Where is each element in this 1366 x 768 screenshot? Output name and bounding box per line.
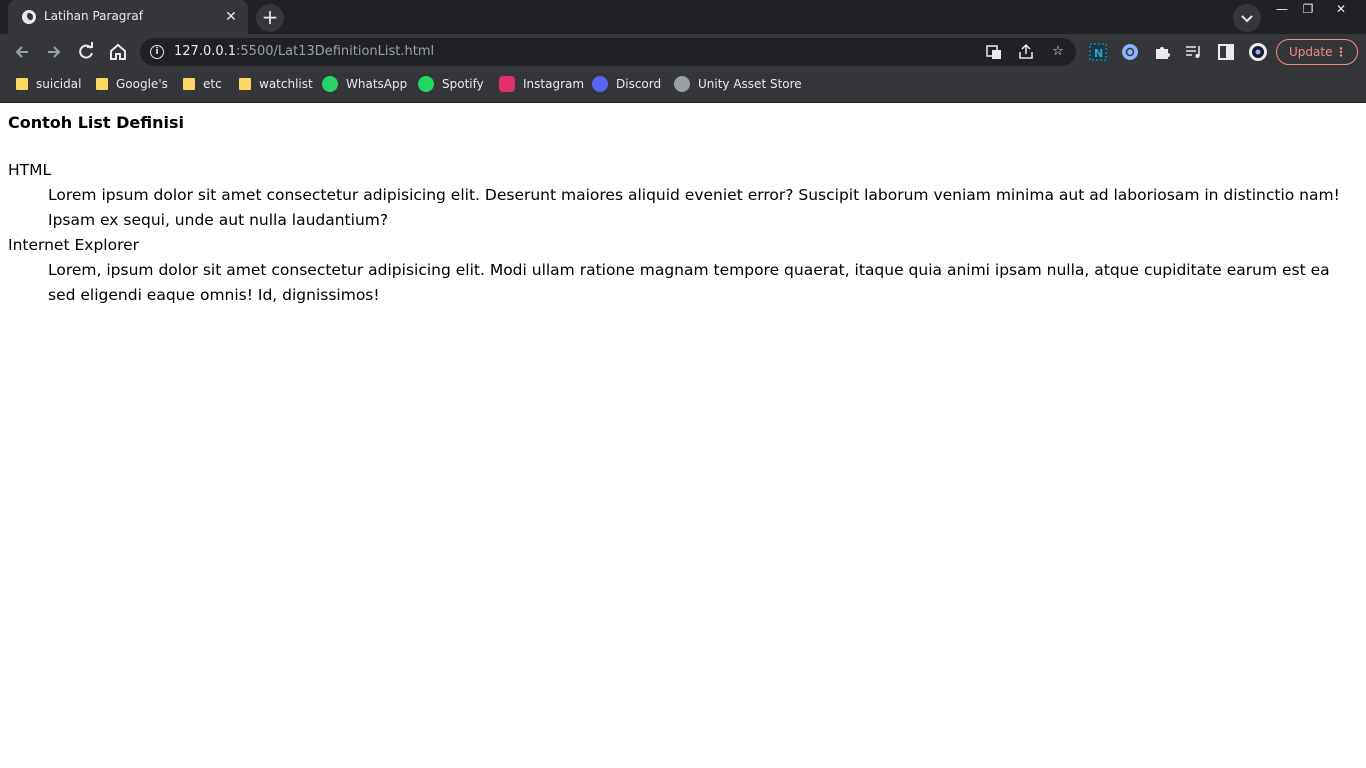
folder-icon bbox=[96, 78, 108, 90]
bookmark-whatsapp[interactable]: WhatsApp bbox=[322, 70, 407, 98]
bookmarks-bar: suicidal Google's etc watchlist WhatsApp… bbox=[0, 70, 1366, 103]
bookmark-label: Spotify bbox=[442, 77, 484, 91]
bookmark-etc[interactable]: etc bbox=[183, 70, 222, 98]
puzzle-icon[interactable] bbox=[1152, 42, 1172, 62]
reload-button[interactable] bbox=[74, 40, 98, 64]
definition-term: HTML bbox=[8, 161, 52, 179]
reload-icon bbox=[79, 42, 93, 59]
bookmark-label: watchlist bbox=[259, 77, 313, 91]
definition-term: Internet Explorer bbox=[8, 236, 140, 254]
home-button[interactable] bbox=[106, 40, 130, 64]
restore-button[interactable]: ❐ bbox=[1293, 0, 1323, 18]
definition-description: Lorem, ipsum dolor sit amet consectetur … bbox=[48, 261, 1330, 304]
extension-n-icon[interactable]: N bbox=[1088, 42, 1108, 62]
tab-title: Latihan Paragraf bbox=[44, 9, 143, 23]
window-close-button[interactable]: ✕ bbox=[1326, 0, 1356, 18]
definition-description: Lorem ipsum dolor sit amet consectetur a… bbox=[48, 186, 1340, 229]
bookmark-label: Instagram bbox=[523, 77, 585, 91]
profile-avatar-icon[interactable] bbox=[1248, 42, 1268, 62]
url-host: 127.0.0.1 bbox=[174, 44, 237, 59]
bookmark-label: Google's bbox=[116, 77, 168, 91]
instagram-icon bbox=[499, 76, 515, 92]
star-icon[interactable]: ☆ bbox=[1049, 43, 1067, 61]
page-title: Contoh List Definisi bbox=[8, 113, 185, 132]
discord-icon bbox=[592, 76, 608, 92]
close-tab-icon[interactable]: ✕ bbox=[222, 8, 240, 26]
new-tab-button[interactable]: + bbox=[256, 4, 284, 32]
url-path: :5500/Lat13DefinitionList.html bbox=[236, 44, 435, 59]
page-content: Contoh List Definisi HTML Lorem ipsum do… bbox=[0, 103, 1366, 768]
svg-text:N: N bbox=[1094, 47, 1103, 60]
folder-icon bbox=[239, 78, 251, 90]
extension-search-icon[interactable] bbox=[1120, 42, 1140, 62]
arrow-right-icon bbox=[48, 46, 61, 58]
share-icon[interactable] bbox=[1017, 43, 1035, 61]
address-bar[interactable]: i 127.0.0.1:5500/Lat13DefinitionList.htm… bbox=[140, 38, 1076, 66]
back-button[interactable] bbox=[10, 40, 34, 64]
bookmark-discord[interactable]: Discord bbox=[592, 70, 661, 98]
bookmark-watchlist[interactable]: watchlist bbox=[239, 70, 313, 98]
folder-icon bbox=[183, 78, 195, 90]
bookmark-instagram[interactable]: Instagram bbox=[499, 70, 584, 98]
browser-toolbar: i 127.0.0.1:5500/Lat13DefinitionList.htm… bbox=[0, 34, 1366, 70]
media-control-icon[interactable] bbox=[1184, 42, 1204, 62]
url-text[interactable]: 127.0.0.1:5500/Lat13DefinitionList.html bbox=[174, 44, 434, 59]
bookmark-spotify[interactable]: Spotify bbox=[418, 70, 484, 98]
bookmark-label: suicidal bbox=[36, 77, 82, 91]
home-icon bbox=[110, 43, 126, 60]
bookmark-unity-asset-store[interactable]: Unity Asset Store bbox=[674, 70, 802, 98]
more-menu-icon[interactable]: ⋮ bbox=[1335, 40, 1347, 64]
folder-icon bbox=[16, 78, 28, 90]
bookmark-suicidal[interactable]: suicidal bbox=[16, 70, 81, 98]
definition-list: HTML Lorem ipsum dolor sit amet consecte… bbox=[8, 158, 1358, 308]
tab-strip: Latihan Paragraf ✕ + — ❐ ✕ bbox=[0, 0, 1366, 34]
unity-icon bbox=[674, 76, 690, 92]
globe-icon bbox=[22, 10, 36, 24]
side-panel-icon[interactable] bbox=[1216, 42, 1236, 62]
bookmark-label: Discord bbox=[616, 77, 662, 91]
bookmark-label: Unity Asset Store bbox=[698, 77, 802, 91]
arrow-left-icon bbox=[15, 46, 28, 58]
spotify-icon bbox=[418, 76, 434, 92]
translate-icon[interactable] bbox=[985, 43, 1003, 61]
whatsapp-icon bbox=[322, 76, 338, 92]
forward-button[interactable] bbox=[42, 40, 66, 64]
chevron-down-icon bbox=[1241, 15, 1253, 23]
bookmark-label: etc bbox=[203, 77, 222, 91]
bookmark-googles[interactable]: Google's bbox=[96, 70, 168, 98]
tab-search-button[interactable] bbox=[1233, 4, 1261, 32]
bookmark-label: WhatsApp bbox=[346, 77, 408, 91]
browser-tab[interactable]: Latihan Paragraf ✕ bbox=[8, 0, 248, 34]
update-label: Update bbox=[1289, 45, 1333, 59]
site-info-icon[interactable]: i bbox=[150, 45, 164, 59]
update-button[interactable]: Update ⋮ bbox=[1276, 39, 1358, 65]
